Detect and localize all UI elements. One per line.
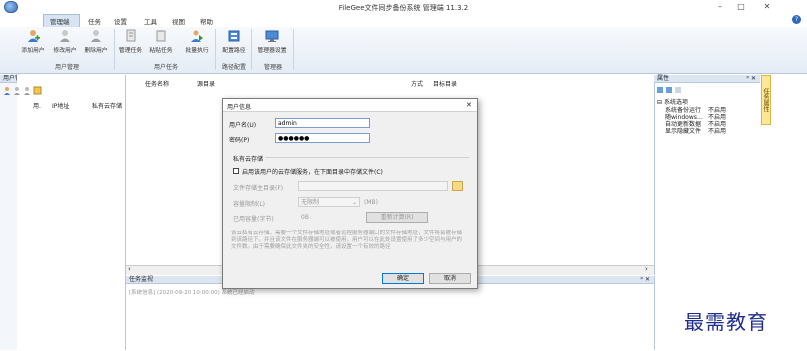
- manage-task-label: 管理任务: [118, 48, 143, 54]
- task-monitor-pin-close[interactable]: ᵖ ✕: [640, 276, 650, 284]
- right-panel-toolbar: [656, 86, 686, 96]
- manage-task-button[interactable]: 管理任务: [117, 29, 144, 59]
- quota-label: 容量限制(L): [233, 201, 266, 208]
- manager-settings-icon: [265, 30, 279, 42]
- dialog-title-bar: [223, 99, 477, 112]
- close-window-button[interactable]: ✕: [757, 1, 777, 13]
- menu-manager[interactable]: 管理端: [50, 16, 70, 26]
- enable-cloud-checkbox[interactable]: [233, 168, 239, 174]
- right-panel-header: 属性 ᵖ ✕: [654, 75, 760, 83]
- log-line: [系统信息] (2020-09-20 10:00:00) 系统已经启动: [129, 290, 255, 296]
- manager-settings-button[interactable]: 管理器设置: [253, 29, 291, 59]
- password-label: 密码(P): [229, 137, 250, 144]
- batch-run-label: 批量执行: [185, 48, 209, 54]
- help-icon[interactable]: ?: [792, 15, 801, 24]
- col-target-dir[interactable]: 目标目录: [433, 79, 457, 88]
- ribbon-separator: [114, 29, 115, 70]
- col-ip[interactable]: IP地址: [52, 101, 69, 110]
- menu-task[interactable]: 任务: [88, 16, 101, 26]
- ribbon-separator: [293, 29, 294, 70]
- user-info-dialog: 用户信息 ✕ 用户名(U) 密码(P) ●●●●●● 私有云存储 启用该用户的云…: [222, 98, 478, 289]
- edit-user-icon: [60, 30, 70, 42]
- cancel-button[interactable]: 取消: [429, 273, 471, 284]
- edit-user-button[interactable]: 修改用户: [52, 29, 78, 59]
- dialog-title: 用户信息: [227, 104, 252, 111]
- password-input[interactable]: ●●●●●●: [275, 133, 370, 143]
- left-strip: [0, 75, 17, 350]
- paste-task-label: 粘贴任务: [149, 48, 173, 54]
- quota-value: 无限制: [301, 199, 320, 206]
- delete-user-icon: [91, 30, 101, 42]
- property-toolbar-icons[interactable]: [656, 86, 686, 94]
- config-path-button[interactable]: 配置路径: [219, 29, 249, 59]
- used-capacity-label: 已用容量(字节): [233, 216, 274, 223]
- recalculate-button[interactable]: 重新计算(R): [366, 212, 428, 223]
- username-input[interactable]: [275, 118, 370, 128]
- ribbon-separator: [251, 29, 252, 70]
- cloud-note: 该云私有云存储，需要一个文件存储地址或者远程服务器端口的文件存储地址，文件将会被…: [231, 230, 463, 250]
- paste-task-icon: [156, 30, 166, 42]
- quota-unit: (MB): [364, 199, 378, 206]
- collapse-icon[interactable]: ⊟: [657, 99, 664, 106]
- user-panel: [17, 75, 126, 350]
- minimize-button[interactable]: –: [710, 1, 730, 13]
- username-label: 用户名(U): [229, 122, 257, 129]
- add-user-label: 添加用户: [21, 48, 45, 54]
- left-panel-toolbar: [3, 86, 63, 95]
- chevron-down-icon: ⌄: [351, 199, 357, 206]
- config-path-icon: [228, 30, 240, 42]
- menu-settings[interactable]: 设置: [114, 16, 127, 26]
- right-panel-title: 属性: [657, 75, 670, 82]
- batch-run-button[interactable]: 批量执行: [182, 29, 212, 59]
- ribbon-group-task: 用户任务: [153, 64, 178, 71]
- ribbon-group-path: 路径配置: [221, 64, 246, 71]
- col-user[interactable]: 用.: [33, 101, 41, 110]
- ribbon-group-manager: 管理器: [263, 64, 282, 71]
- window-title: FileGee文件同步备份系统 管理端 11.3.2: [338, 4, 469, 12]
- task-monitor-title: 任务监视: [129, 276, 154, 283]
- ribbon-group-user: 用户管理: [54, 64, 79, 71]
- col-private-cloud[interactable]: 私有云存储: [92, 101, 122, 110]
- ribbon-separator: [215, 29, 216, 70]
- dialog-close-button[interactable]: ✕: [466, 101, 472, 109]
- delete-user-button[interactable]: 删除用户: [82, 29, 110, 59]
- menu-view[interactable]: 视图: [172, 16, 185, 26]
- prop-value[interactable]: 不启用: [708, 126, 726, 135]
- prop-row[interactable]: 显示隐藏文件: [665, 126, 701, 135]
- storage-dir-label: 文件存储主目录(F): [233, 185, 284, 192]
- config-path-label: 配置路径: [222, 48, 246, 54]
- add-user-icon: [28, 30, 40, 42]
- task-attribute-side-tab[interactable]: 任务属性: [761, 75, 771, 125]
- prop-name: 显示隐藏文件: [665, 128, 702, 135]
- delete-user-label: 删除用户: [84, 48, 108, 54]
- right-panel-pin-close[interactable]: ᵖ ✕: [746, 75, 756, 83]
- batch-run-icon: [191, 30, 203, 42]
- paste-task-button[interactable]: 粘贴任务: [146, 29, 176, 59]
- private-cloud-section-title: 私有云存储: [233, 156, 264, 163]
- browse-folder-icon[interactable]: [452, 181, 463, 191]
- menu-tools[interactable]: 工具: [144, 16, 157, 26]
- manage-task-icon: [126, 29, 135, 42]
- edit-user-label: 修改用户: [53, 48, 77, 54]
- menu-help[interactable]: 帮助: [200, 16, 213, 26]
- col-task-name[interactable]: 任务名称: [145, 79, 169, 88]
- watermark: 最需教育: [684, 310, 768, 334]
- section-divider: [265, 157, 469, 158]
- quota-select[interactable]: 无限制 ⌄: [298, 197, 360, 207]
- scroll-left-icon[interactable]: ‹: [128, 265, 131, 273]
- used-capacity-value: 0B: [301, 214, 309, 221]
- scroll-right-icon[interactable]: ›: [645, 265, 648, 273]
- user-toolbar-icons[interactable]: [3, 86, 63, 95]
- manager-settings-label: 管理器设置: [257, 48, 287, 54]
- add-user-button[interactable]: 添加用户: [20, 29, 46, 59]
- enable-cloud-label[interactable]: 启用该用户的云存储服务，在下面目录中存储文件(C): [242, 167, 383, 176]
- storage-dir-input[interactable]: [298, 181, 448, 191]
- ok-button[interactable]: 确定: [382, 273, 424, 284]
- maximize-button[interactable]: □: [731, 1, 751, 13]
- col-mode[interactable]: 方式: [411, 79, 423, 88]
- col-source-dir[interactable]: 源目录: [197, 79, 215, 88]
